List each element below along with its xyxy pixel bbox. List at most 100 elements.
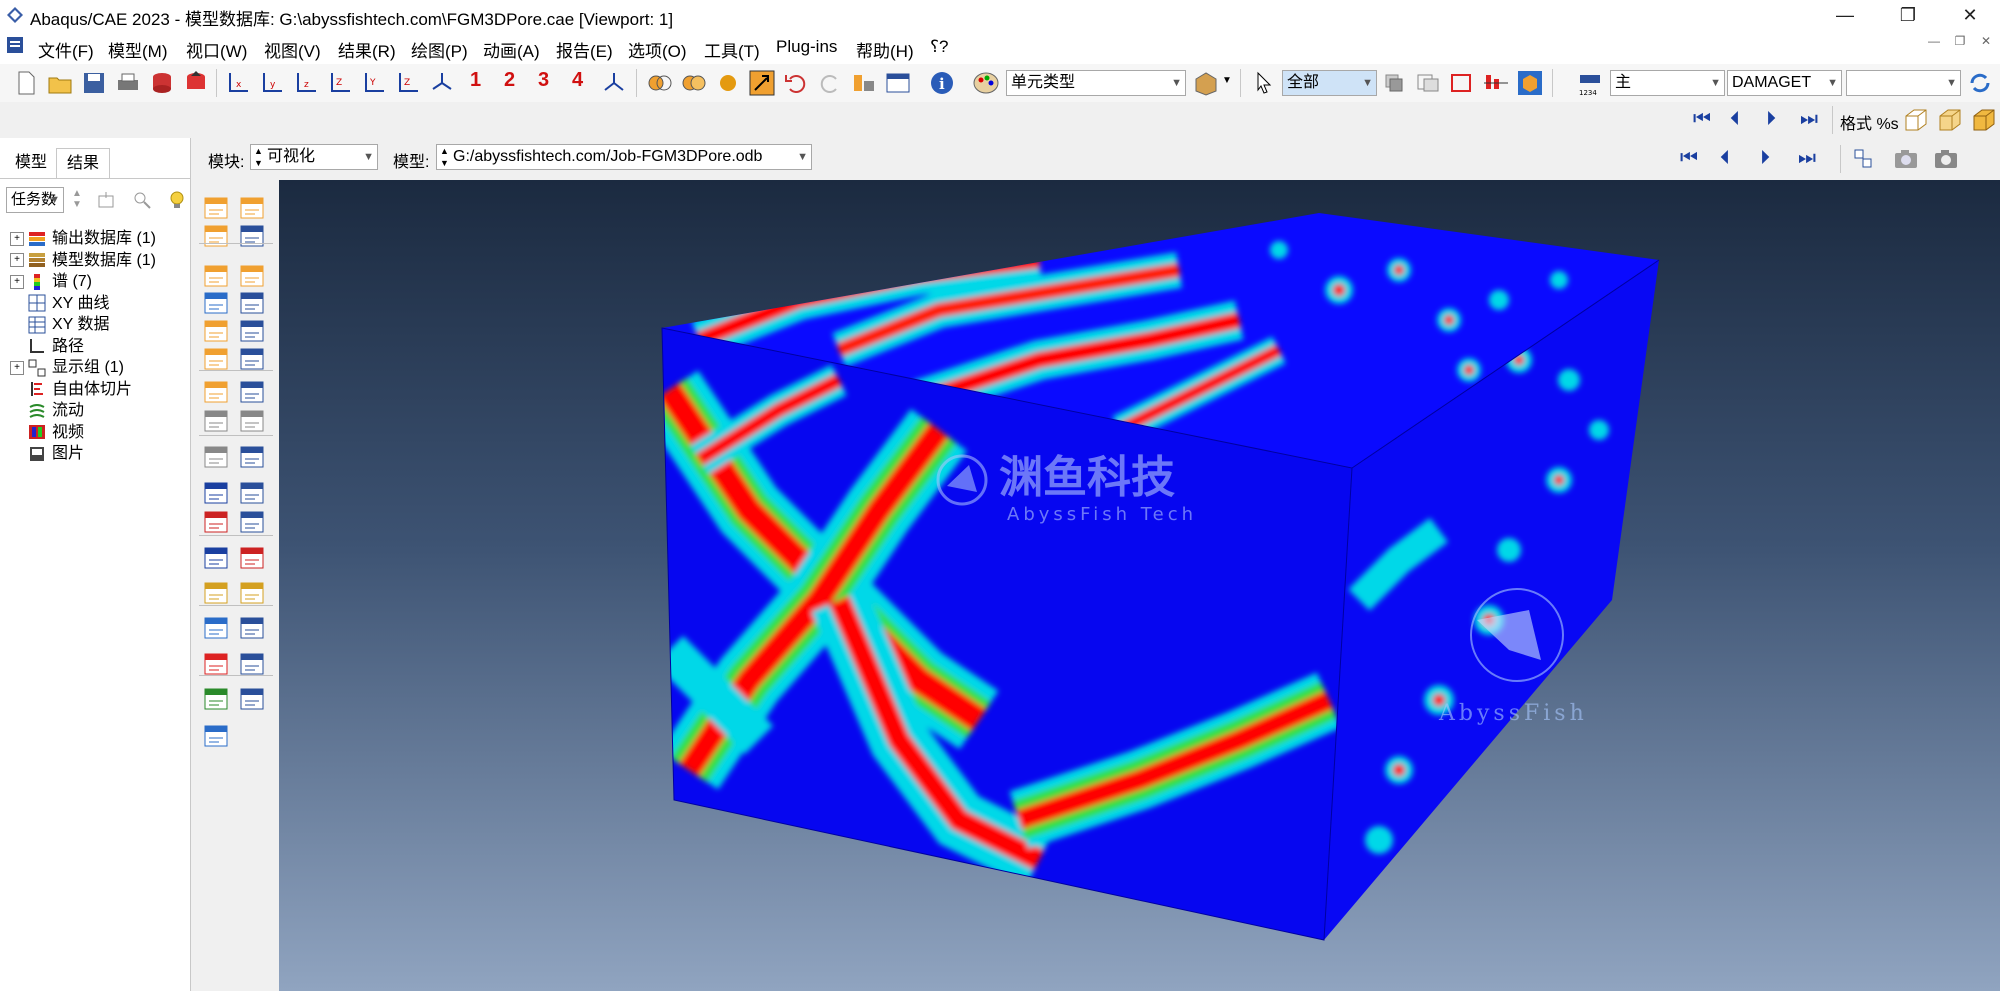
animate-harmonic-icon[interactable] xyxy=(201,441,233,473)
xy-manager-icon[interactable] xyxy=(237,506,269,538)
cube-solid-icon[interactable] xyxy=(1970,106,1998,134)
section-point-icon[interactable] xyxy=(237,220,269,252)
expand-toggle-icon[interactable]: + xyxy=(10,253,24,268)
menu-help[interactable]: 帮助(H) xyxy=(856,37,914,62)
iso-view-icon[interactable] xyxy=(428,69,456,97)
context-help-button[interactable]: ⸮? xyxy=(930,37,948,57)
menu-options[interactable]: 选项(O) xyxy=(628,37,687,62)
field-variable-combo[interactable]: DAMAGET ▼ xyxy=(1727,70,1842,96)
bc-display-icon[interactable] xyxy=(1482,69,1510,97)
box-select-icon[interactable] xyxy=(1448,69,1476,97)
selection-filter-combo[interactable]: 全部 ▼ xyxy=(1282,70,1377,96)
tree-view-icon[interactable] xyxy=(1850,145,1878,173)
csys-icon[interactable] xyxy=(600,69,628,97)
menu-file[interactable]: 文件(F) xyxy=(38,37,94,62)
expand-toggle-icon[interactable]: + xyxy=(10,360,24,375)
element-type-combo[interactable]: 单元类型 ▼ xyxy=(1006,70,1186,96)
chevron-down-icon[interactable]: ▼ xyxy=(1222,75,1232,86)
restore-button[interactable]: ❐ xyxy=(1878,0,1938,30)
view-cut-manager-icon[interactable] xyxy=(237,612,269,644)
menu-results[interactable]: 结果(R) xyxy=(338,37,396,62)
last-frame-button[interactable]: ⏭ xyxy=(1798,147,1816,170)
info-icon[interactable]: i xyxy=(928,69,956,97)
overlay-plot-icon[interactable] xyxy=(201,376,233,408)
menu-viewport[interactable]: 视口(W) xyxy=(186,37,247,62)
menu-tools[interactable]: 工具(T) xyxy=(704,37,760,62)
query-tool-icon[interactable] xyxy=(748,69,776,97)
viewport-3-button[interactable]: 3 xyxy=(538,69,549,92)
display-body-icon[interactable] xyxy=(1516,69,1544,97)
tab-model[interactable]: 模型 xyxy=(8,148,54,178)
menu-plot[interactable]: 绘图(P) xyxy=(411,37,468,62)
mdi-minimize-button[interactable]: — xyxy=(1922,34,1946,54)
contour-plot[interactable]: 渊鱼科技 AbyssFish Tech AbyssFish xyxy=(279,180,2000,991)
expand-toggle-icon[interactable]: + xyxy=(10,231,24,246)
previous-frame-button[interactable]: ⏴ xyxy=(1720,147,1730,170)
minimize-button[interactable]: — xyxy=(1815,0,1875,30)
stream-manager-icon[interactable] xyxy=(237,683,269,715)
remove-display-icon[interactable] xyxy=(1414,69,1442,97)
viewport-1-button[interactable]: 1 xyxy=(470,69,481,92)
open-folder-icon[interactable] xyxy=(46,69,74,97)
up-down-arrows-icon[interactable]: ▲ ▼ xyxy=(72,188,82,210)
viewport-2-button[interactable]: 2 xyxy=(504,69,515,92)
print-icon[interactable] xyxy=(114,69,142,97)
model-combo[interactable]: ▲ ▼ G:/abyssfishtech.com/Job-FGM3DPore.odb… xyxy=(436,144,812,170)
animate-time-icon[interactable] xyxy=(201,405,233,437)
redo-icon[interactable] xyxy=(816,69,844,97)
view-yz-icon[interactable]: Y xyxy=(360,69,388,97)
menu-plugins[interactable]: Plug-ins xyxy=(776,37,837,57)
xy-create-icon[interactable] xyxy=(201,506,233,538)
task-filter-combo[interactable]: 任务数 ▼ xyxy=(6,187,64,213)
database-load-icon[interactable] xyxy=(182,69,210,97)
view-cut-icon[interactable] xyxy=(201,612,233,644)
camera-icon[interactable] xyxy=(1932,145,1960,173)
last-frame-button[interactable]: ⏭ xyxy=(1800,108,1818,131)
csys-manager-icon[interactable] xyxy=(237,477,269,509)
view-y-icon[interactable]: y xyxy=(258,69,286,97)
next-frame-button[interactable]: ⏵ xyxy=(1760,147,1770,170)
select-mode-icon[interactable] xyxy=(1380,69,1408,97)
color-palette-icon[interactable] xyxy=(972,69,1000,97)
color-code-icon[interactable] xyxy=(1192,69,1220,97)
animate-options-icon[interactable] xyxy=(237,441,269,473)
step-frame-icon[interactable]: 1234 xyxy=(1576,69,1604,97)
menu-report[interactable]: 报告(E) xyxy=(556,37,613,62)
menu-animate[interactable]: 动画(A) xyxy=(483,37,540,62)
csys-create-icon[interactable] xyxy=(201,477,233,509)
table-icon[interactable] xyxy=(884,69,912,97)
save-icon[interactable] xyxy=(80,69,108,97)
menu-view[interactable]: 视图(V) xyxy=(264,37,321,62)
lightbulb-icon[interactable] xyxy=(166,189,188,211)
render-style-icon[interactable] xyxy=(646,69,674,97)
undo-icon[interactable] xyxy=(782,69,810,97)
cube-shaded-icon[interactable] xyxy=(1936,106,1964,134)
mdi-restore-button[interactable]: ❐ xyxy=(1948,34,1972,54)
animate-scale-icon[interactable] xyxy=(237,405,269,437)
camera-icon[interactable] xyxy=(1892,145,1920,173)
overlay-options-icon[interactable] xyxy=(237,376,269,408)
next-frame-button[interactable]: ⏵ xyxy=(1766,108,1776,131)
previous-frame-button[interactable]: ⏴ xyxy=(1730,108,1740,131)
stream-create-icon[interactable] xyxy=(201,683,233,715)
view-x-icon[interactable]: x xyxy=(224,69,252,97)
path-create-icon[interactable] xyxy=(201,542,233,574)
field-output-icon[interactable] xyxy=(201,220,233,252)
display-body-create-icon[interactable] xyxy=(201,720,233,752)
curve-plot-icon[interactable] xyxy=(237,542,269,574)
module-combo[interactable]: ▲ ▼ 可视化 ▼ xyxy=(250,144,378,170)
collapse-tree-icon[interactable] xyxy=(96,189,118,211)
cube-wireframe-icon[interactable] xyxy=(1902,106,1930,134)
variable-component-combo[interactable]: ▼ xyxy=(1846,70,1961,96)
mdi-close-button[interactable]: ✕ xyxy=(1974,34,1998,54)
viewport-4-button[interactable]: 4 xyxy=(572,69,583,92)
step-combo[interactable]: 主 ▼ xyxy=(1610,70,1725,96)
view-zx-icon[interactable]: Z xyxy=(326,69,354,97)
view-z-icon[interactable]: z xyxy=(292,69,320,97)
tab-results[interactable]: 结果 xyxy=(56,148,110,179)
select-cursor-icon[interactable] xyxy=(1250,69,1278,97)
document-icon[interactable] xyxy=(6,36,24,54)
view-xy-icon[interactable]: Z xyxy=(394,69,422,97)
database-save-icon[interactable] xyxy=(148,69,176,97)
view-manager-icon[interactable] xyxy=(850,69,878,97)
